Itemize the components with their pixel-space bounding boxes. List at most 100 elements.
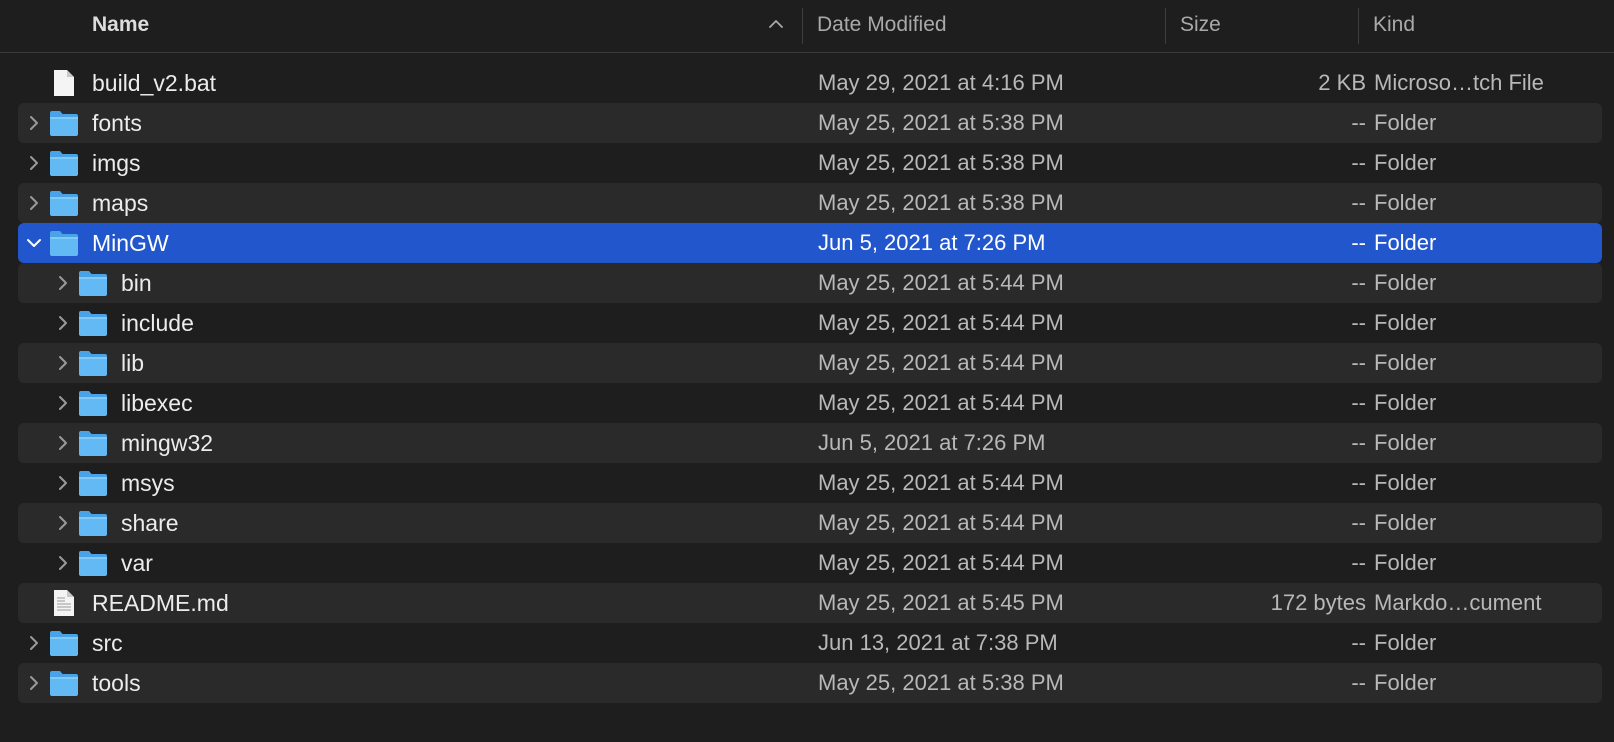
item-kind: Folder — [1374, 270, 1437, 295]
item-date-modified: May 25, 2021 at 5:44 PM — [818, 390, 1064, 415]
item-name: MinGW — [92, 230, 169, 256]
item-date-modified: Jun 13, 2021 at 7:38 PM — [818, 630, 1058, 655]
chevron-right-icon[interactable] — [24, 673, 44, 693]
item-name: README.md — [92, 590, 229, 616]
item-date-modified: May 25, 2021 at 5:44 PM — [818, 510, 1064, 535]
folder-icon — [50, 231, 78, 256]
text-document-icon — [54, 590, 74, 616]
item-name: tools — [92, 670, 141, 696]
column-header-size[interactable]: Size — [1180, 0, 1221, 50]
item-date-modified: Jun 5, 2021 at 7:26 PM — [818, 230, 1046, 255]
chevron-right-icon[interactable] — [24, 153, 44, 173]
item-name: libexec — [121, 390, 193, 416]
item-date-modified: May 25, 2021 at 5:44 PM — [818, 270, 1064, 295]
item-name: msys — [121, 470, 175, 496]
item-kind: Folder — [1374, 230, 1437, 255]
chevron-down-icon[interactable] — [24, 233, 44, 253]
folder-row[interactable]: maps May 25, 2021 at 5:38 PM -- Folder — [18, 183, 1602, 223]
item-size: -- — [1351, 430, 1366, 455]
folder-icon — [79, 351, 107, 376]
folder-row[interactable]: mingw32 Jun 5, 2021 at 7:26 PM -- Folder — [18, 423, 1602, 463]
item-size: -- — [1351, 390, 1366, 415]
folder-row[interactable]: tools May 25, 2021 at 5:38 PM -- Folder — [18, 663, 1602, 703]
item-name: build_v2.bat — [92, 70, 217, 96]
column-header-kind[interactable]: Kind — [1373, 0, 1415, 50]
chevron-right-icon[interactable] — [53, 513, 73, 533]
item-size: 2 KB — [1318, 70, 1366, 95]
item-kind: Folder — [1374, 350, 1437, 375]
item-kind: Folder — [1374, 510, 1437, 535]
folder-row[interactable]: msys May 25, 2021 at 5:44 PM -- Folder — [18, 463, 1602, 503]
folder-icon — [50, 111, 78, 136]
item-size: -- — [1351, 270, 1366, 295]
folder-row[interactable]: src Jun 13, 2021 at 7:38 PM -- Folder — [18, 623, 1602, 663]
item-name: mingw32 — [121, 430, 214, 456]
chevron-right-icon[interactable] — [24, 633, 44, 653]
item-size: -- — [1351, 350, 1366, 375]
folder-row[interactable]: MinGW Jun 5, 2021 at 7:26 PM -- Folder — [18, 223, 1602, 263]
item-size: -- — [1351, 150, 1366, 175]
folder-icon — [50, 191, 78, 216]
chevron-right-icon[interactable] — [53, 313, 73, 333]
folder-row[interactable]: lib May 25, 2021 at 5:44 PM -- Folder — [18, 343, 1602, 383]
item-size: 172 bytes — [1270, 590, 1366, 615]
item-kind: Folder — [1374, 110, 1437, 135]
chevron-right-icon[interactable] — [53, 553, 73, 573]
folder-row[interactable]: include May 25, 2021 at 5:44 PM -- Folder — [18, 303, 1602, 343]
item-size: -- — [1351, 190, 1366, 215]
column-header-name[interactable]: Name — [92, 0, 149, 50]
item-kind: Folder — [1374, 550, 1437, 575]
folder-row[interactable]: libexec May 25, 2021 at 5:44 PM -- Folder — [18, 383, 1602, 423]
folder-row[interactable]: bin May 25, 2021 at 5:44 PM -- Folder — [18, 263, 1602, 303]
item-date-modified: May 25, 2021 at 5:44 PM — [818, 310, 1064, 335]
folder-icon — [79, 391, 107, 416]
item-name: share — [121, 510, 179, 536]
chevron-right-icon[interactable] — [24, 113, 44, 133]
item-size: -- — [1351, 510, 1366, 535]
file-row[interactable]: README.md May 25, 2021 at 5:45 PM 172 byte… — [18, 583, 1602, 623]
column-header-date-modified[interactable]: Date Modified — [817, 0, 947, 50]
chevron-right-icon[interactable] — [53, 393, 73, 413]
chevron-right-icon[interactable] — [53, 273, 73, 293]
folder-icon — [79, 551, 107, 576]
chevron-right-icon[interactable] — [53, 433, 73, 453]
item-kind: Microso…tch File — [1374, 70, 1544, 95]
file-row[interactable]: build_v2.bat May 29, 2021 at 4:16 PM 2 KB M… — [18, 63, 1602, 103]
document-icon — [54, 70, 74, 96]
folder-icon — [50, 631, 78, 656]
item-date-modified: May 25, 2021 at 5:45 PM — [818, 590, 1064, 615]
column-header-bar: Name Date Modified Size Kind — [0, 0, 1614, 53]
item-name: fonts — [92, 110, 142, 136]
column-divider[interactable] — [1358, 8, 1359, 44]
item-name: src — [92, 630, 123, 656]
folder-icon — [50, 151, 78, 176]
folder-icon — [50, 671, 78, 696]
item-size: -- — [1351, 470, 1366, 495]
item-kind: Folder — [1374, 390, 1437, 415]
folder-icon — [79, 271, 107, 296]
folder-row[interactable]: var May 25, 2021 at 5:44 PM -- Folder — [18, 543, 1602, 583]
item-name: maps — [92, 190, 149, 216]
item-name: bin — [121, 270, 152, 296]
chevron-right-icon[interactable] — [53, 473, 73, 493]
chevron-up-icon[interactable] — [766, 14, 786, 34]
column-divider[interactable] — [1165, 8, 1166, 44]
item-size: -- — [1351, 230, 1366, 255]
item-kind: Folder — [1374, 310, 1437, 335]
item-date-modified: Jun 5, 2021 at 7:26 PM — [818, 430, 1046, 455]
column-divider[interactable] — [802, 8, 803, 44]
folder-icon — [79, 511, 107, 536]
item-kind: Folder — [1374, 430, 1437, 455]
item-date-modified: May 25, 2021 at 5:44 PM — [818, 350, 1064, 375]
folder-icon — [79, 471, 107, 496]
item-date-modified: May 25, 2021 at 5:38 PM — [818, 190, 1064, 215]
item-name: include — [121, 310, 194, 336]
folder-row[interactable]: share May 25, 2021 at 5:44 PM -- Folder — [18, 503, 1602, 543]
item-kind: Folder — [1374, 190, 1437, 215]
item-date-modified: May 25, 2021 at 5:38 PM — [818, 110, 1064, 135]
chevron-right-icon[interactable] — [53, 353, 73, 373]
folder-row[interactable]: fonts May 25, 2021 at 5:38 PM -- Folder — [18, 103, 1602, 143]
folder-row[interactable]: imgs May 25, 2021 at 5:38 PM -- Folder — [18, 143, 1602, 183]
chevron-right-icon[interactable] — [24, 193, 44, 213]
item-size: -- — [1351, 630, 1366, 655]
